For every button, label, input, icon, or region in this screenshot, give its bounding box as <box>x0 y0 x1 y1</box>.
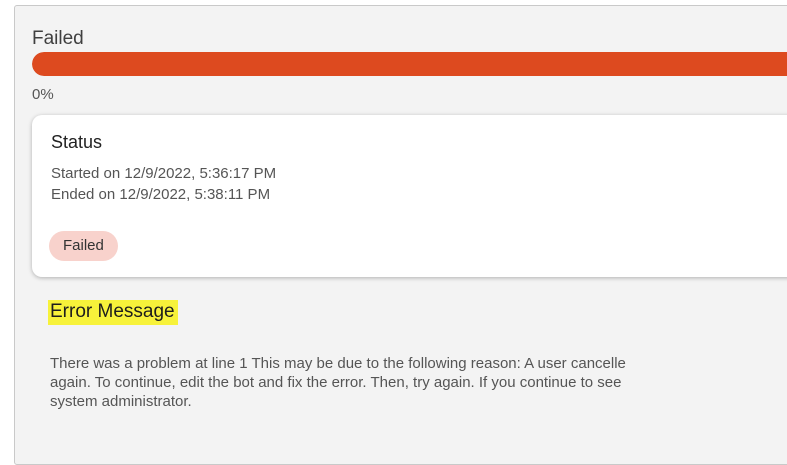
error-line: system administrator. <box>50 393 192 410</box>
bot-run-panel: Failed 0% Status Started on 12/9/2022, 5… <box>14 5 787 465</box>
progress-bar-fill <box>32 52 787 76</box>
progress-bar <box>32 52 787 76</box>
progress-percent: 0% <box>32 86 54 103</box>
status-title: Status <box>51 132 103 152</box>
progress-label: Failed <box>32 28 84 49</box>
error-message-text: There was a problem at line 1 This may b… <box>50 354 787 411</box>
error-line: There was a problem at line 1 This may b… <box>50 355 626 372</box>
ended-time: Ended on 12/9/2022, 5:38:11 PM <box>51 186 271 203</box>
started-time: Started on 12/9/2022, 5:36:17 PM <box>51 165 277 182</box>
status-badge: Failed <box>49 231 118 261</box>
status-card: Status Started on 12/9/2022, 5:36:17 PM … <box>32 115 787 277</box>
error-message-heading: Error Message <box>48 300 178 325</box>
error-line: again. To continue, edit the bot and fix… <box>50 374 622 391</box>
